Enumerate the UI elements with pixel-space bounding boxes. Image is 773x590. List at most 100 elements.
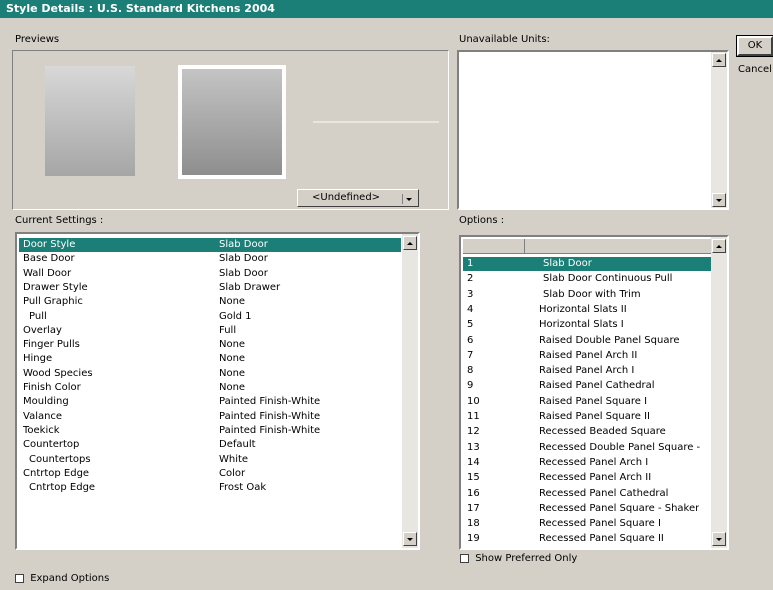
options-header-column-name[interactable] (527, 239, 711, 253)
scroll-up-button[interactable] (712, 53, 726, 67)
scroll-up-button[interactable] (403, 236, 417, 250)
expand-options-checkbox[interactable]: Expand Options (15, 573, 109, 585)
setting-value: White (219, 453, 249, 465)
setting-value: Painted Finish-White (219, 410, 321, 422)
show-preferred-only-label: Show Preferred Only (475, 553, 578, 564)
unavailable-units-scrollbar[interactable] (711, 52, 727, 208)
setting-value: Slab Door (219, 267, 268, 279)
option-row[interactable]: 18 Recessed Panel Square I (463, 517, 711, 531)
scroll-down-icon (716, 198, 722, 202)
setting-value: Gold 1 (219, 310, 252, 322)
chevron-down-icon[interactable] (402, 194, 415, 204)
option-row[interactable]: 13 Recessed Double Panel Square - (463, 441, 711, 455)
current-settings-row[interactable]: Hinge None (19, 352, 401, 366)
option-number: 17 (467, 502, 480, 514)
previews-label: Previews (15, 34, 60, 45)
setting-name: Finish Color (23, 382, 81, 393)
window-title-bar[interactable]: Style Details : U.S. Standard Kitchens 2… (0, 0, 773, 18)
current-settings-rows: Door Style Slab Door Base Door Slab Door Wal… (19, 238, 403, 538)
option-row[interactable]: 11 Raised Panel Square II (463, 410, 711, 424)
options-scrollbar[interactable] (711, 237, 727, 548)
setting-name: Hinge (23, 353, 53, 365)
current-settings-row[interactable]: Valance Painted Finish-White (19, 410, 401, 424)
option-row[interactable]: 16 Recessed Panel Cathedral (463, 487, 711, 501)
option-number: 10 (467, 395, 480, 407)
setting-name: Cntrtop Edge (23, 467, 90, 479)
setting-name: Moulding (23, 396, 69, 408)
setting-name: Valance (23, 410, 63, 422)
option-number: 4 (467, 303, 474, 315)
option-row[interactable]: 12 Recessed Beaded Square (463, 425, 711, 439)
setting-value: None (219, 367, 246, 379)
setting-value: Painted Finish-White (219, 424, 321, 436)
options-list[interactable]: 1 Slab Door 2 Slab Door Continuous Pull 3 Sla… (459, 235, 729, 550)
current-settings-row[interactable]: Finger Pulls None (19, 338, 401, 352)
scroll-up-icon (716, 244, 722, 248)
option-row[interactable]: 1 Slab Door (463, 257, 711, 271)
current-settings-row[interactable]: Cntrtop Edge Color (19, 467, 401, 481)
option-row[interactable]: 15 Recessed Panel Arch II (463, 471, 711, 485)
options-label: Options : (459, 215, 505, 226)
current-settings-row[interactable]: Pull Graphic None (19, 295, 401, 309)
scroll-down-button[interactable] (712, 532, 726, 546)
current-settings-row[interactable]: Countertops White (19, 453, 401, 467)
option-row[interactable]: 5 Horizontal Slats I (463, 318, 711, 332)
option-number: 19 (467, 533, 480, 545)
current-settings-row[interactable]: Cntrtop Edge Frost Oak (19, 481, 401, 495)
current-settings-scrollbar[interactable] (402, 234, 418, 548)
current-settings-row[interactable]: Drawer Style Slab Drawer (19, 281, 401, 295)
option-row[interactable]: 6 Raised Double Panel Square (463, 334, 711, 348)
setting-value: None (219, 353, 246, 365)
current-settings-row[interactable]: Toekick Painted Finish-White (19, 424, 401, 438)
current-settings-row[interactable]: Door Style Slab Door (19, 238, 401, 252)
setting-name: Countertops (29, 453, 91, 465)
drawer-preview-line (313, 121, 439, 123)
setting-value: None (219, 296, 246, 308)
option-row[interactable]: 10 Raised Panel Square I (463, 395, 711, 409)
expand-options-label: Expand Options (30, 573, 110, 584)
option-number: 9 (467, 380, 474, 392)
preview-type-dropdown[interactable]: <Undefined> (297, 189, 419, 207)
current-settings-row[interactable]: Overlay Full (19, 324, 401, 338)
option-row[interactable]: 8 Raised Panel Arch I (463, 364, 711, 378)
setting-name: Toekick (23, 424, 60, 436)
option-row[interactable]: 9 Raised Panel Cathedral (463, 379, 711, 393)
option-number: 6 (467, 334, 474, 346)
option-row[interactable]: 4 Horizontal Slats II (463, 303, 711, 317)
option-name: Raised Panel Arch II (539, 349, 638, 361)
option-name: Raised Panel Arch I (539, 365, 635, 377)
option-row[interactable]: 19 Recessed Panel Square II (463, 532, 711, 546)
show-preferred-only-checkbox[interactable]: Show Preferred Only (460, 553, 577, 565)
cancel-button[interactable]: Cancel (738, 64, 773, 78)
show-preferred-only-box[interactable] (460, 554, 469, 563)
unavailable-units-list[interactable] (457, 50, 729, 210)
current-settings-list[interactable]: Door Style Slab Door Base Door Slab Door Wal… (15, 232, 420, 550)
option-name: Recessed Panel Square I (539, 518, 661, 530)
ok-button[interactable]: OK (736, 35, 773, 57)
option-row[interactable]: 14 Recessed Panel Arch I (463, 456, 711, 470)
option-row[interactable]: 17 Recessed Panel Square - Shaker (463, 502, 711, 516)
current-settings-row[interactable]: Countertop Default (19, 438, 401, 452)
current-settings-row[interactable]: Base Door Slab Door (19, 252, 401, 266)
option-row[interactable]: 3 Slab Door with Trim (463, 288, 711, 302)
setting-name: Wall Door (23, 267, 72, 279)
setting-name: Door Style (23, 239, 76, 250)
option-name: Recessed Panel Square - Shaker (539, 502, 700, 514)
scroll-up-button[interactable] (712, 239, 726, 253)
window-title: Style Details : U.S. Standard Kitchens 2… (6, 2, 275, 15)
option-number: 7 (467, 349, 474, 361)
options-header-column-number[interactable] (463, 239, 525, 253)
scroll-down-button[interactable] (712, 193, 726, 207)
current-settings-row[interactable]: Finish Color None (19, 381, 401, 395)
expand-options-box[interactable] (15, 574, 24, 583)
option-row[interactable]: 2 Slab Door Continuous Pull (463, 272, 711, 286)
setting-name: Wood Species (23, 367, 93, 379)
current-settings-row[interactable]: Wall Door Slab Door (19, 267, 401, 281)
current-settings-row[interactable]: Wood Species None (19, 367, 401, 381)
door-style-preview-image (178, 65, 286, 179)
option-row[interactable]: 7 Raised Panel Arch II (463, 349, 711, 363)
option-name: Slab Door with Trim (543, 288, 641, 300)
current-settings-row[interactable]: Moulding Painted Finish-White (19, 395, 401, 409)
scroll-down-button[interactable] (403, 532, 417, 546)
current-settings-row[interactable]: Pull Gold 1 (19, 310, 401, 324)
